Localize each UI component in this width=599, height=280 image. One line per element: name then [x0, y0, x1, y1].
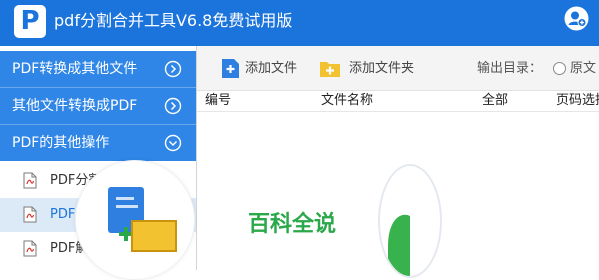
add-file-icon — [222, 59, 239, 78]
sidebar-item-pdf-other-ops[interactable]: PDF的其他操作 — [0, 125, 196, 161]
pdf-file-icon — [23, 172, 37, 189]
original-dir-radio[interactable] — [553, 62, 566, 75]
sidebar-item-label: 其他文件转换成PDF — [12, 98, 138, 114]
promo-text: 百科全说 — [248, 212, 337, 237]
column-header-index[interactable]: 编号 — [205, 91, 231, 111]
sidebar-item-pdf-to-other[interactable]: PDF转换成其他文件 — [0, 51, 196, 87]
pdf-file-icon — [23, 206, 37, 223]
column-header-all[interactable]: 全部 — [482, 91, 508, 111]
title-bar: P pdf分割合并工具V6.8免费试用版 — [0, 0, 599, 46]
original-dir-radio-label[interactable]: 原文 — [570, 58, 596, 80]
app-logo: P — [14, 5, 46, 38]
empty-state-illustration — [75, 160, 195, 280]
app-title: pdf分割合并工具V6.8免费试用版 — [54, 11, 293, 30]
chevron-down-icon — [164, 134, 182, 152]
add-file-label: 添加文件 — [245, 61, 298, 76]
output-dir-label: 输出目录： — [477, 61, 543, 76]
green-shape-icon — [388, 214, 410, 276]
pdf-file-icon — [23, 240, 37, 257]
toolbar: 添加文件 添加文件夹 输出目录： 原文 — [197, 46, 599, 91]
chevron-right-icon — [164, 60, 182, 78]
add-folder-label: 添加文件夹 — [349, 61, 415, 76]
decorative-circle — [378, 164, 442, 278]
add-file-button[interactable]: 添加文件 — [221, 58, 311, 80]
add-folder-icon — [320, 62, 340, 77]
sidebar-item-label: PDF的其他操作 — [12, 135, 110, 151]
add-folder-button[interactable]: 添加文件夹 — [319, 58, 429, 80]
chevron-right-icon — [164, 97, 182, 115]
sidebar-item-other-to-pdf[interactable]: 其他文件转换成PDF — [0, 88, 196, 124]
sidebar-item-label: PDF转换成其他文件 — [12, 61, 138, 77]
user-account-icon[interactable] — [564, 6, 589, 31]
document-add-icon — [108, 187, 177, 252]
column-header-page-select[interactable]: 页码选择 — [556, 91, 599, 111]
file-table-header: 编号 文件名称 全部 页码选择 — [197, 91, 599, 112]
column-header-filename[interactable]: 文件名称 — [321, 91, 373, 111]
